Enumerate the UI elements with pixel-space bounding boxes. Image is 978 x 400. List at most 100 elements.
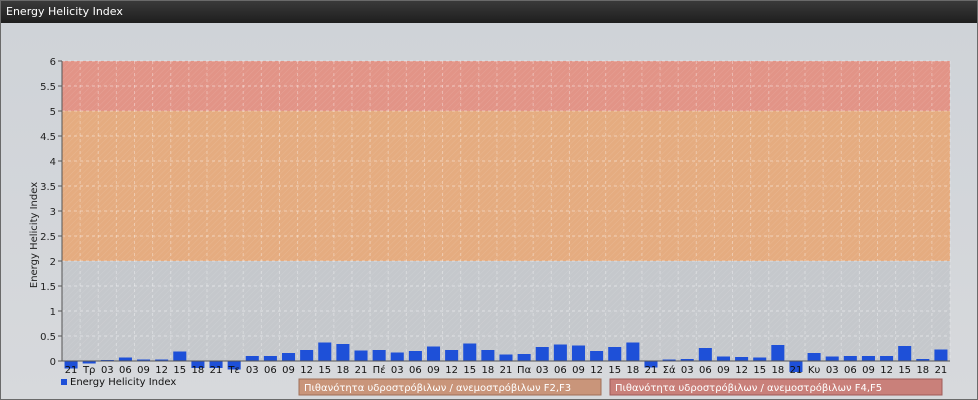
legend-label: Energy Helicity Index — [70, 377, 176, 388]
x-tick-label: 09 — [282, 365, 295, 376]
x-tick-label: 18 — [337, 365, 350, 376]
x-tick-label: 09 — [862, 365, 875, 376]
x-tick-label: 06 — [699, 365, 712, 376]
x-tick-label: 12 — [735, 365, 748, 376]
bar — [590, 351, 604, 361]
y-tick-label: 4 — [50, 157, 56, 168]
x-tick-label: 21 — [65, 365, 78, 376]
bar — [499, 354, 513, 361]
bar — [771, 345, 785, 361]
x-tick-label: 03 — [101, 365, 114, 376]
y-tick-label: 4.5 — [40, 132, 56, 143]
x-tick-label: 21 — [355, 365, 368, 376]
y-tick-label: 2 — [50, 257, 56, 268]
x-tick-label: Τε — [227, 365, 240, 376]
x-tick-label: 03 — [391, 365, 404, 376]
bar — [880, 356, 894, 361]
x-tick-label: 18 — [626, 365, 639, 376]
x-tick-label: 15 — [463, 365, 476, 376]
x-tick-label: 09 — [572, 365, 585, 376]
x-tick-label: 12 — [590, 365, 603, 376]
bar — [535, 347, 549, 361]
bar — [753, 357, 767, 361]
window-title: Energy Helicity Index — [1, 1, 977, 23]
plot-area: 0 0.5 1 1.5 2 2.5 3 3.5 4 4.5 5 5.5 6 21 Τρ 03 06 09 12 15… — [1, 23, 977, 399]
y-tick-label: 3.5 — [40, 182, 56, 193]
bar — [445, 350, 459, 361]
bar — [571, 345, 586, 361]
y-axis: 0 0.5 1 1.5 2 2.5 3 3.5 4 4.5 5 5.5 6 — [40, 57, 63, 368]
legend-swatch — [61, 379, 67, 385]
x-tick-label: Σά — [663, 364, 676, 376]
y-tick-label: 2.5 — [40, 232, 56, 243]
bar — [716, 356, 730, 361]
bar — [336, 344, 350, 361]
x-tick-label: 06 — [119, 365, 132, 376]
x-tick-label: 18 — [482, 365, 495, 376]
bar — [934, 349, 948, 361]
x-tick-label: 18 — [771, 365, 784, 376]
y-tick-label: 0 — [50, 357, 56, 368]
x-tick-label: 06 — [844, 365, 857, 376]
x-tick-label: 21 — [935, 365, 948, 376]
y-tick-label: 1.5 — [40, 282, 56, 293]
x-tick-label: 03 — [826, 365, 839, 376]
x-tick-label: 12 — [155, 365, 168, 376]
x-tick-label: Κυ — [808, 365, 821, 376]
bar — [245, 356, 259, 361]
bar — [300, 350, 314, 361]
y-axis-label: Energy Helicity Index — [29, 182, 40, 288]
band-legend-f4f5-label: Πιθανότητα υδροστρόβιλων / ανεμοστρόβιλω… — [615, 382, 882, 394]
bar — [408, 351, 422, 361]
bar — [861, 356, 875, 361]
bar — [282, 353, 296, 361]
bar — [898, 346, 912, 361]
x-tick-label: 12 — [300, 365, 313, 376]
bar — [825, 356, 839, 361]
x-tick-label: 18 — [916, 365, 929, 376]
bar — [426, 346, 441, 361]
y-tick-label: 6 — [50, 57, 56, 68]
x-tick-label: 15 — [898, 365, 911, 376]
y-tick-label: 3 — [50, 207, 56, 218]
x-tick-label: 06 — [554, 365, 567, 376]
bar — [354, 350, 368, 361]
bar — [807, 353, 821, 361]
x-tick-label: 03 — [246, 365, 259, 376]
x-tick-label: 03 — [536, 365, 549, 376]
x-tick-label: 12 — [880, 365, 893, 376]
bar — [517, 354, 531, 361]
bar — [698, 348, 712, 361]
x-tick-label: 21 — [790, 365, 803, 376]
bar — [608, 347, 622, 361]
y-tick-label: 5.5 — [40, 82, 56, 93]
x-tick-label: 12 — [445, 365, 458, 376]
y-tick-label: 0.5 — [40, 332, 56, 343]
x-tick-label: 15 — [173, 365, 186, 376]
bar — [173, 351, 187, 361]
bar — [263, 356, 277, 361]
x-tick-label: 15 — [318, 365, 331, 376]
bar — [735, 357, 749, 361]
x-tick-label: 15 — [753, 365, 766, 376]
ehi-chart: 0 0.5 1 1.5 2 2.5 3 3.5 4 4.5 5 5.5 6 21 Τρ 03 06 09 12 15… — [29, 57, 951, 396]
bar — [553, 344, 567, 361]
x-tick-label: 21 — [500, 365, 513, 376]
bar — [463, 343, 477, 361]
x-tick-label: 06 — [409, 365, 422, 376]
x-tick-label: 15 — [608, 365, 621, 376]
legend: Energy Helicity Index Πιθανότητα υδροστρ… — [61, 377, 943, 396]
bar — [626, 342, 640, 361]
x-tick-label: 06 — [264, 365, 277, 376]
x-tick-label: 03 — [681, 365, 694, 376]
bar — [843, 356, 857, 361]
x-tick-label: 18 — [192, 365, 205, 376]
y-tick-label: 5 — [50, 107, 56, 118]
x-tick-label: 09 — [137, 365, 150, 376]
bar — [390, 352, 404, 361]
x-tick-label: Πέ — [373, 364, 386, 376]
bar — [318, 342, 332, 361]
band-legend-f2f3-label: Πιθανότητα υδροστρόβιλων / ανεμοστρόβιλω… — [304, 382, 571, 394]
chart-window: Energy Helicity Index 0 0.5 1 1.5 2 2.5 3 3.5 4 4… — [0, 0, 978, 400]
bar — [481, 350, 495, 361]
